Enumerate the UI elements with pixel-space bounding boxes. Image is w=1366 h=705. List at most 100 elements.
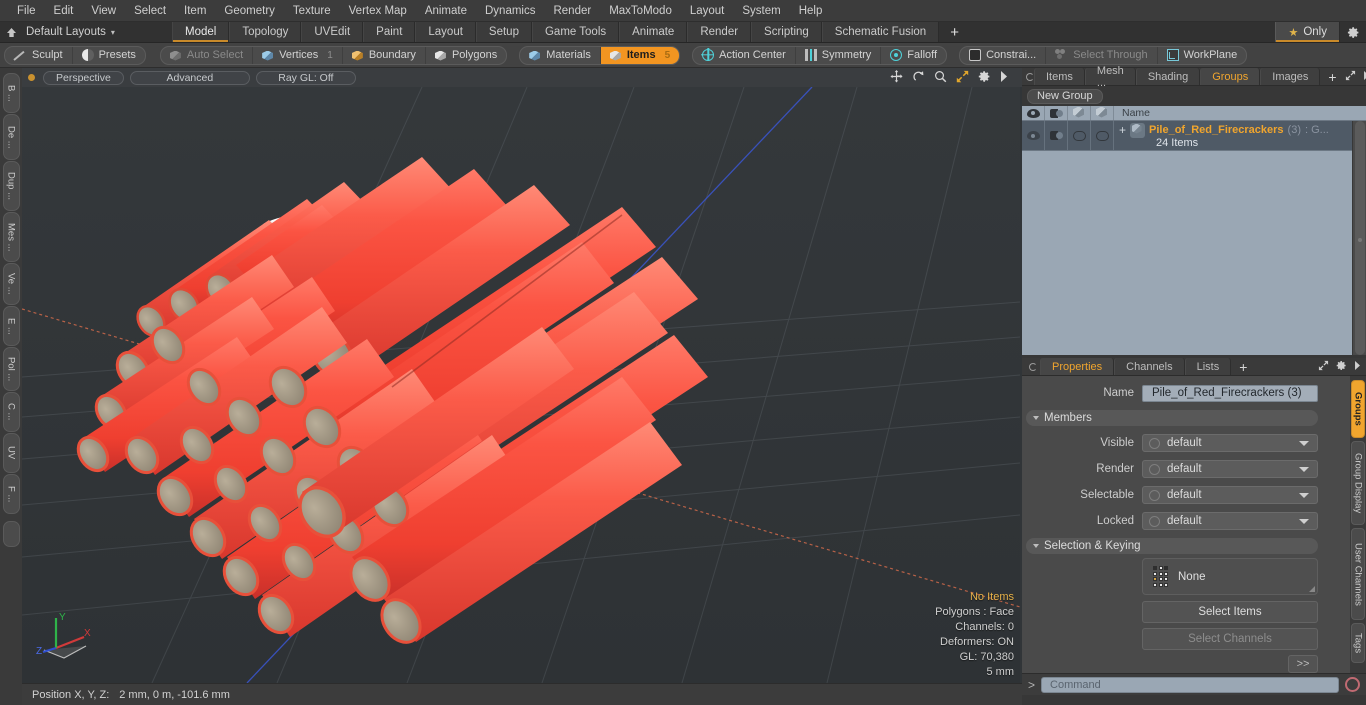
menu-item-file[interactable]: File: [8, 2, 45, 20]
auto-select-button[interactable]: Auto Select: [161, 46, 254, 64]
vtab-group-display[interactable]: Group Display: [1351, 441, 1365, 525]
viewport-raygl-button[interactable]: Ray GL: Off: [255, 70, 356, 85]
vtool-curve[interactable]: C ...: [2, 392, 20, 432]
select-channels-button[interactable]: Select Channels: [1142, 628, 1318, 650]
members-section-header[interactable]: Members: [1026, 410, 1318, 426]
viewport-shading-button[interactable]: Advanced: [129, 70, 250, 85]
row-name-cell[interactable]: + Pile_of_Red_Firecrackers (3) : G... 24…: [1114, 121, 1366, 150]
only-toggle-button[interactable]: ★ Only: [1275, 22, 1340, 42]
constraint-button[interactable]: Constrai...: [960, 46, 1047, 64]
radio-icon[interactable]: [1149, 515, 1160, 527]
vtab-groups[interactable]: Groups: [1351, 380, 1365, 438]
polygons-button[interactable]: Polygons: [426, 47, 506, 64]
tab-channels[interactable]: Channels: [1114, 358, 1185, 375]
zoom-icon[interactable]: [934, 70, 947, 86]
new-group-button[interactable]: New Group: [1027, 88, 1103, 104]
materials-button[interactable]: Materials: [520, 46, 601, 64]
properties-add-tab-button[interactable]: +: [1231, 358, 1255, 375]
row-lock-toggle[interactable]: [1091, 121, 1114, 150]
radio-icon[interactable]: [1149, 463, 1160, 475]
menu-item-select[interactable]: Select: [125, 2, 175, 20]
radio-icon[interactable]: [1149, 437, 1160, 449]
vtool-extra[interactable]: [2, 521, 20, 547]
selectable-dropdown[interactable]: default: [1142, 486, 1318, 504]
panel-tab-images[interactable]: Images: [1260, 68, 1321, 85]
visible-dropdown[interactable]: default: [1142, 434, 1318, 452]
properties-menu-icon[interactable]: [1026, 358, 1040, 375]
chevron-right-icon[interactable]: [1363, 70, 1366, 83]
row-expander[interactable]: +: [1119, 124, 1126, 136]
tab-lists[interactable]: Lists: [1184, 358, 1232, 375]
fit-icon[interactable]: [956, 70, 969, 86]
keying-set-selector[interactable]: None: [1142, 558, 1318, 595]
tab-layout[interactable]: Layout: [415, 22, 476, 42]
vtool-duplicate[interactable]: Dup ...: [2, 161, 20, 211]
radio-icon[interactable]: [1149, 489, 1160, 501]
panel-add-tab-button[interactable]: +: [1320, 68, 1344, 85]
column-lock-icon[interactable]: [1091, 106, 1114, 120]
viewport-view-mode-button[interactable]: Perspective: [43, 70, 124, 85]
row-visible-toggle[interactable]: [1022, 121, 1045, 150]
panel-tab-items[interactable]: Items: [1034, 68, 1085, 85]
menu-item-animate[interactable]: Animate: [416, 2, 476, 20]
row-select-toggle[interactable]: [1068, 121, 1091, 150]
gear-icon[interactable]: [1336, 360, 1347, 374]
vtool-edge[interactable]: E ...: [2, 306, 20, 346]
items-button[interactable]: Items 5: [600, 46, 680, 64]
menu-item-vertex-map[interactable]: Vertex Map: [340, 2, 416, 20]
tab-setup[interactable]: Setup: [475, 22, 532, 42]
tab-render[interactable]: Render: [687, 22, 752, 42]
menu-item-layout[interactable]: Layout: [681, 2, 734, 20]
vtool-basic[interactable]: B ...: [2, 73, 20, 113]
menu-item-maxtomodo[interactable]: MaxToModo: [600, 2, 681, 20]
group-list-body[interactable]: + Pile_of_Red_Firecrackers (3) : G... 24…: [1022, 121, 1366, 355]
vtool-deform[interactable]: De ...: [2, 114, 20, 160]
rotate-icon[interactable]: [912, 70, 925, 86]
falloff-button[interactable]: Falloff: [881, 47, 946, 64]
tab-scripting[interactable]: Scripting: [751, 22, 822, 42]
menu-item-texture[interactable]: Texture: [284, 2, 340, 20]
column-select-icon[interactable]: [1068, 106, 1091, 120]
panel-menu-icon[interactable]: [1026, 68, 1034, 85]
menu-item-item[interactable]: Item: [175, 2, 215, 20]
tab-animate[interactable]: Animate: [619, 22, 688, 42]
select-items-button[interactable]: Select Items: [1142, 601, 1318, 623]
boundary-button[interactable]: Boundary: [343, 46, 426, 64]
expand-icon[interactable]: [1318, 360, 1329, 374]
home-icon[interactable]: [0, 22, 22, 42]
selection-keying-section-header[interactable]: Selection & Keying: [1026, 538, 1318, 554]
expand-properties-button[interactable]: >>: [1288, 655, 1318, 673]
chevron-right-icon[interactable]: [1354, 360, 1361, 373]
vertices-button[interactable]: Vertices 1: [253, 46, 343, 64]
panel-tab-groups[interactable]: Groups: [1200, 68, 1261, 85]
move-icon[interactable]: [890, 69, 903, 86]
name-input[interactable]: Pile_of_Red_Firecrackers (3): [1142, 384, 1318, 402]
menu-item-system[interactable]: System: [733, 2, 789, 20]
vtool-uv[interactable]: UV: [2, 433, 20, 473]
table-row[interactable]: + Pile_of_Red_Firecrackers (3) : G... 24…: [1022, 121, 1366, 151]
vtool-mesh-edit[interactable]: Mes ...: [2, 212, 20, 262]
add-tab-button[interactable]: +: [939, 22, 970, 42]
panel-tab-shading[interactable]: Shading: [1135, 68, 1201, 85]
tab-topology[interactable]: Topology: [229, 22, 302, 42]
gear-icon[interactable]: [978, 70, 991, 86]
column-visible-icon[interactable]: [1022, 106, 1045, 120]
record-icon[interactable]: [1345, 677, 1360, 692]
action-center-button[interactable]: Action Center: [693, 46, 796, 64]
symmetry-button[interactable]: Symmetry: [796, 46, 882, 64]
menu-item-view[interactable]: View: [82, 2, 125, 20]
expand-icon[interactable]: [1345, 70, 1356, 84]
menu-item-render[interactable]: Render: [544, 2, 600, 20]
tab-schematic-fusion[interactable]: Schematic Fusion: [821, 22, 940, 42]
tab-properties[interactable]: Properties: [1040, 358, 1115, 375]
layout-preset-dropdown[interactable]: Default Layouts ▾: [22, 22, 152, 42]
menu-item-edit[interactable]: Edit: [45, 2, 83, 20]
gear-icon[interactable]: [1340, 22, 1366, 42]
vtool-vertex[interactable]: Ve ...: [2, 263, 20, 305]
tab-model[interactable]: Model: [172, 22, 230, 42]
render-dropdown[interactable]: default: [1142, 460, 1318, 478]
row-render-toggle[interactable]: [1045, 121, 1068, 150]
menu-item-help[interactable]: Help: [790, 2, 832, 20]
tab-uvedit[interactable]: UVEdit: [301, 22, 364, 42]
vtab-tags[interactable]: Tags: [1351, 623, 1365, 663]
